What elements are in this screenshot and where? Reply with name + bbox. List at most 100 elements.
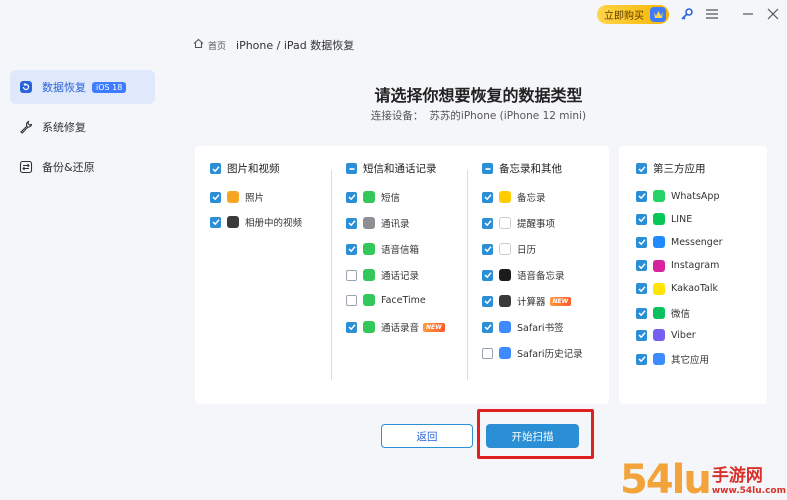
checkbox[interactable]: [636, 236, 647, 248]
checkbox[interactable]: [636, 163, 647, 174]
checkbox[interactable]: [346, 217, 357, 229]
checkbox[interactable]: [482, 295, 493, 307]
sidebar-item-label: 备份&还原: [42, 161, 95, 174]
home-icon[interactable]: [193, 38, 204, 52]
item-label: 照片: [245, 193, 265, 204]
data-type-item[interactable]: Safari书签: [482, 320, 564, 334]
breadcrumb-home-link[interactable]: 首页: [208, 39, 226, 52]
wechat-icon: [653, 307, 665, 319]
checkbox[interactable]: [346, 163, 357, 174]
checkbox[interactable]: [482, 217, 493, 229]
data-type-item[interactable]: 计算器 NEW: [482, 294, 572, 308]
checkbox[interactable]: [482, 321, 493, 333]
item-label: Messenger: [671, 236, 723, 248]
checkbox[interactable]: [346, 269, 357, 281]
line-icon: [653, 213, 665, 226]
reminders-icon: [499, 217, 511, 229]
voicemail-icon: [363, 243, 375, 255]
column-header-label: 第三方应用: [653, 163, 706, 175]
close-icon[interactable]: [765, 6, 781, 22]
calendar-icon: [499, 243, 511, 255]
column-divider: [467, 170, 468, 380]
data-type-item[interactable]: Viber: [636, 329, 696, 342]
checkbox[interactable]: [346, 243, 357, 255]
back-button[interactable]: 返回: [381, 424, 473, 448]
data-type-item[interactable]: LINE: [636, 213, 693, 226]
item-label: Safari书签: [517, 323, 564, 334]
data-type-item[interactable]: 通讯录: [346, 216, 410, 230]
viber-icon: [653, 329, 665, 342]
vip-icon: [650, 7, 666, 22]
data-type-item[interactable]: Messenger: [636, 236, 723, 249]
contacts-icon: [363, 217, 375, 229]
sidebar-item-backup-restore[interactable]: 备份&还原: [10, 150, 155, 184]
checkbox[interactable]: [636, 353, 647, 365]
voice-memo-icon: [499, 269, 511, 281]
column-header-checkbox[interactable]: 短信和通话记录: [346, 161, 437, 176]
column-header-checkbox[interactable]: 备忘录和其他: [482, 161, 562, 176]
item-label: 相册中的视频: [245, 218, 303, 229]
calculator-icon: [499, 295, 511, 307]
checkbox[interactable]: [636, 260, 647, 272]
item-label: 其它应用: [671, 355, 710, 367]
checkbox[interactable]: [210, 216, 221, 228]
checkbox[interactable]: [482, 191, 493, 203]
photos-icon: [227, 191, 239, 203]
data-type-item[interactable]: 照片: [210, 190, 264, 204]
checkbox[interactable]: [346, 294, 357, 306]
safari-icon: [499, 321, 511, 333]
facetime-icon: [363, 294, 375, 306]
item-label: LINE: [671, 213, 693, 225]
instagram-icon: [653, 259, 665, 272]
data-type-item[interactable]: WhatsApp: [636, 190, 719, 202]
checkbox[interactable]: [636, 329, 647, 341]
key-icon[interactable]: [679, 6, 695, 22]
checkbox[interactable]: [346, 321, 357, 333]
checkbox[interactable]: [346, 191, 357, 203]
checkbox[interactable]: [210, 163, 221, 174]
data-type-item[interactable]: 通话录音 NEW: [346, 320, 445, 334]
data-type-item[interactable]: 其它应用: [636, 352, 709, 366]
checkbox[interactable]: [482, 243, 493, 255]
data-type-item[interactable]: FaceTime: [346, 294, 426, 306]
watermark-name: 手游网: [711, 466, 763, 487]
data-type-item[interactable]: Safari历史记录: [482, 346, 583, 360]
checkbox[interactable]: [636, 190, 647, 202]
start-scan-button[interactable]: 开始扫描: [486, 424, 579, 448]
item-label: 微信: [671, 309, 691, 320]
phone-icon: [363, 269, 375, 281]
data-type-item[interactable]: Instagram: [636, 259, 719, 272]
data-type-item[interactable]: 语音备忘录: [482, 268, 565, 282]
column-header-checkbox[interactable]: 第三方应用: [636, 161, 706, 176]
data-type-item[interactable]: 相册中的视频: [210, 215, 302, 229]
data-type-item[interactable]: 语音信箱: [346, 242, 419, 256]
notes-icon: [499, 191, 511, 203]
data-type-item[interactable]: 日历: [482, 242, 536, 256]
data-type-item[interactable]: KakaoTalk: [636, 282, 718, 295]
column-header-label: 短信和通话记录: [363, 163, 437, 175]
data-type-item[interactable]: 备忘录: [482, 190, 546, 204]
data-type-item[interactable]: 通话记录: [346, 268, 419, 282]
item-label: 通话录音: [381, 323, 420, 334]
checkbox[interactable]: [210, 191, 221, 203]
minimize-icon[interactable]: [740, 6, 756, 22]
checkbox[interactable]: [636, 283, 647, 295]
messenger-icon: [653, 236, 665, 249]
checkbox[interactable]: [482, 163, 493, 174]
checkbox[interactable]: [636, 307, 647, 319]
title-bar: 立即购买: [0, 0, 787, 30]
device-value: 苏苏的iPhone (iPhone 12 mini): [429, 110, 587, 122]
data-type-item[interactable]: 短信: [346, 190, 400, 204]
buy-now-button[interactable]: 立即购买: [597, 5, 669, 24]
column-header-label: 备忘录和其他: [499, 163, 562, 175]
checkbox[interactable]: [636, 213, 647, 225]
column-header-checkbox[interactable]: 图片和视频: [210, 161, 280, 176]
checkbox[interactable]: [482, 347, 493, 359]
page-title: 请选择你想要恢复的数据类型: [374, 86, 583, 105]
menu-icon[interactable]: [704, 6, 720, 22]
breadcrumb: 首页 iPhone / iPad 数据恢复: [193, 37, 354, 53]
data-type-item[interactable]: 提醒事项: [482, 216, 555, 230]
checkbox[interactable]: [482, 269, 493, 281]
data-type-item[interactable]: 微信: [636, 306, 690, 320]
item-label: 通话记录: [381, 271, 420, 282]
